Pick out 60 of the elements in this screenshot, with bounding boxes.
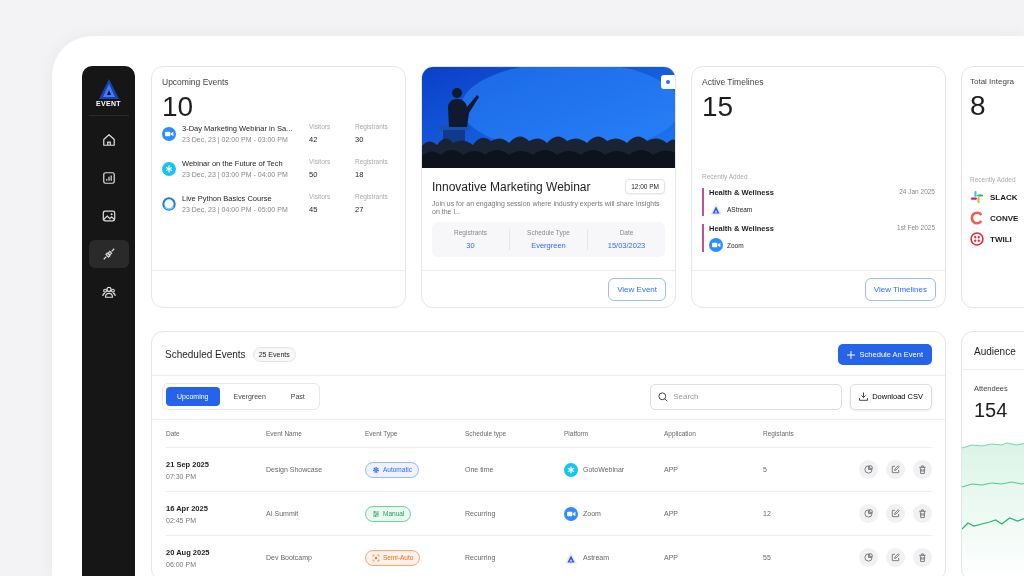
delete-button[interactable]	[913, 548, 932, 567]
home-icon	[101, 133, 116, 147]
logo-icon	[97, 78, 120, 100]
delete-button[interactable]	[913, 460, 932, 479]
trash-icon	[918, 553, 927, 562]
video-camera-icon	[564, 506, 578, 521]
c-icon	[970, 211, 984, 225]
snowflake-icon	[564, 462, 578, 477]
snowflake-icon	[162, 161, 176, 176]
target-icon	[372, 553, 380, 562]
triangle-icon	[564, 550, 578, 565]
search-icon	[658, 391, 669, 402]
trash-icon	[918, 465, 927, 474]
event-count: 10	[162, 91, 195, 123]
nav-item[interactable]	[88, 240, 129, 268]
download-icon	[859, 392, 869, 401]
video-camera-icon	[162, 126, 176, 141]
edit-icon	[891, 553, 900, 562]
timeline-count: 15	[702, 91, 735, 123]
gear-icon	[372, 465, 380, 474]
card-title: Total Integra	[970, 77, 1016, 86]
metric-value: 154	[973, 398, 1009, 422]
video-camera-icon	[709, 238, 723, 252]
section-title: Audience	[974, 346, 1016, 357]
view-event-button[interactable]: View Event	[608, 277, 666, 301]
pie-chart-icon	[864, 509, 873, 518]
edit-button[interactable]	[886, 504, 905, 523]
ring-icon	[162, 196, 176, 211]
integration-name: TWILI	[990, 234, 1012, 244]
delete-button[interactable]	[913, 504, 932, 523]
stats-button[interactable]	[859, 460, 878, 479]
integration-name: CONVE	[990, 213, 1019, 223]
edit-icon	[891, 509, 900, 518]
sliders-icon	[372, 509, 380, 518]
dot-icon	[666, 80, 670, 84]
stats-button[interactable]	[859, 504, 878, 523]
edit-icon	[891, 465, 900, 474]
edit-button[interactable]	[886, 548, 905, 567]
triangle-icon	[709, 202, 723, 216]
stats-button[interactable]	[859, 548, 878, 567]
menu-button[interactable]	[661, 75, 675, 89]
event-title: Innovative Marketing Webinar	[432, 179, 591, 194]
dots-circle-icon	[970, 232, 984, 246]
integration-count: 8	[970, 90, 987, 122]
section-title: Scheduled Events	[165, 349, 246, 360]
card-title: Upcoming Events	[162, 77, 230, 87]
users-icon	[101, 285, 116, 299]
plus-icon	[846, 350, 855, 359]
hash-icon	[970, 190, 984, 204]
plug-icon	[101, 247, 116, 261]
edit-button[interactable]	[886, 460, 905, 479]
card-title: Active Timelines	[702, 77, 765, 87]
view-timelines-button[interactable]: View Timelines	[864, 277, 936, 301]
integration-name: SLACK	[990, 192, 1018, 202]
trash-icon	[918, 509, 927, 518]
pie-chart-icon	[864, 465, 873, 474]
image-icon	[101, 209, 116, 223]
search-field[interactable]: Search	[650, 383, 843, 410]
pie-chart-icon	[864, 553, 873, 562]
bar-chart-icon	[101, 171, 116, 185]
